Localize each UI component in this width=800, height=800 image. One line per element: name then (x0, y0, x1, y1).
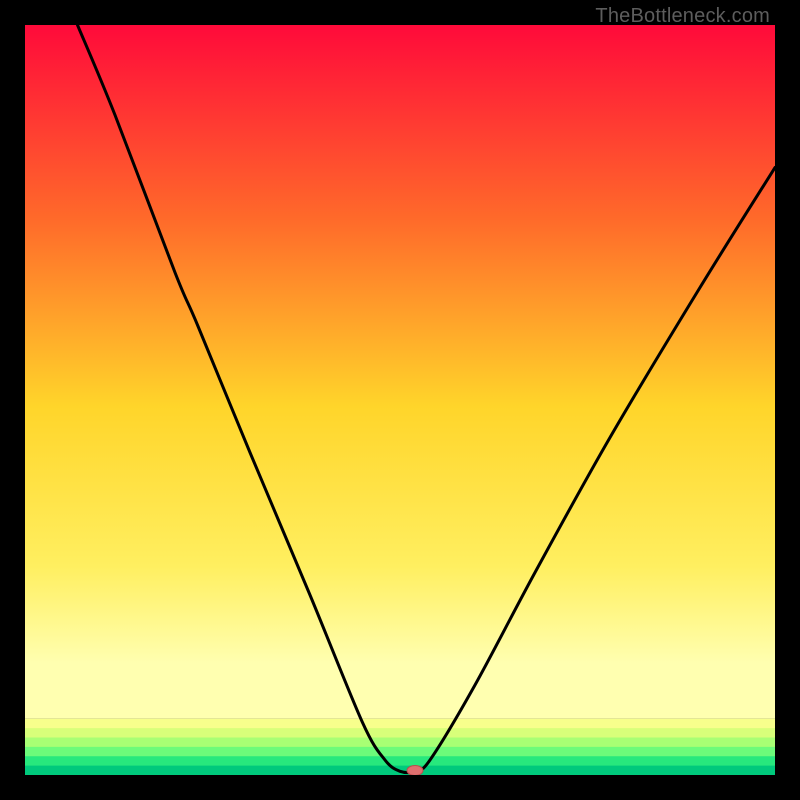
optimum-marker (407, 766, 423, 776)
green-bands (25, 719, 775, 775)
gradient-background (25, 25, 775, 719)
chart-frame (25, 25, 775, 775)
watermark-text: TheBottleneck.com (595, 5, 770, 28)
bottleneck-plot (25, 25, 775, 775)
